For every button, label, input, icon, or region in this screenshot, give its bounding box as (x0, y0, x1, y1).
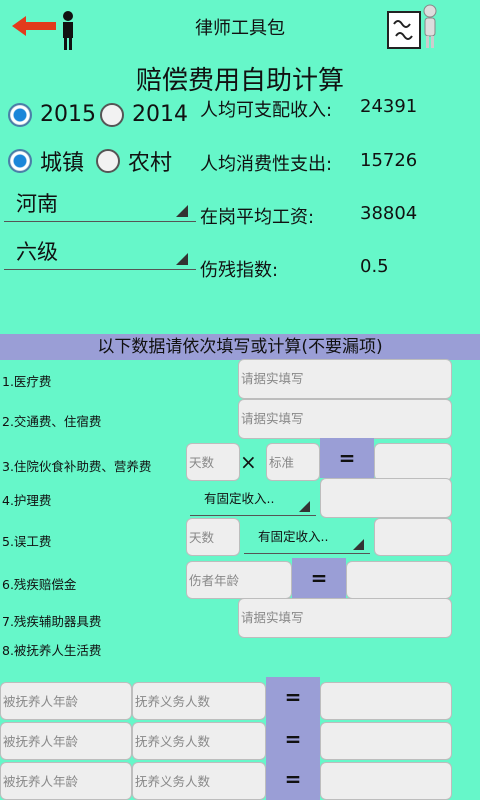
dependent-age-input[interactable]: 被抚养人年龄 (0, 762, 132, 800)
dependent-age-input[interactable]: 被抚养人年龄 (0, 682, 132, 720)
dependent-count-input[interactable]: 抚养义务人数 (132, 682, 266, 720)
hospital-days-input[interactable]: 天数 (186, 443, 240, 481)
lost-work-income-select[interactable]: 有固定收入.. (244, 522, 370, 554)
medical-label: 1.医疗费 (2, 374, 52, 389)
logo (384, 2, 442, 52)
radio-year-2015[interactable]: 2015 (8, 102, 96, 127)
stat-expense-label: 人均消费性支出: (200, 154, 333, 175)
dependent-calc-button[interactable]: = (266, 761, 320, 800)
dependent-age-input[interactable]: 被抚养人年龄 (0, 722, 132, 760)
nursing-label: 4.护理费 (2, 493, 52, 508)
radio-label: 2014 (132, 102, 188, 127)
dependent-result-field[interactable] (320, 722, 452, 760)
nursing-income-select[interactable]: 有固定收入.. (190, 484, 316, 516)
disability-comp-calc-button[interactable]: = (292, 558, 346, 598)
injured-age-input[interactable]: 伤者年龄 (186, 561, 292, 599)
lost-work-label: 5.误工费 (2, 534, 52, 549)
radio-checked-icon (8, 102, 32, 127)
stat-wage-label: 在岗平均工资: (200, 207, 315, 228)
dependent-count-input[interactable]: 抚养义务人数 (132, 762, 266, 800)
aids-input[interactable]: 请据实填写 (238, 598, 452, 638)
stat-index-label: 伤残指数: (200, 260, 279, 281)
radio-label: 农村 (128, 151, 173, 176)
dependent-count-input[interactable]: 抚养义务人数 (132, 722, 266, 760)
radio-unchecked-icon (96, 149, 120, 173)
hospital-food-label: 3.住院伙食补助费、营养费 (2, 459, 152, 474)
nursing-result-field[interactable] (320, 478, 452, 518)
lost-work-result-field[interactable] (374, 518, 452, 556)
nursing-income-value: 有固定收入.. (204, 491, 275, 506)
hospital-standard-input[interactable]: 标准 (266, 443, 320, 481)
stat-wage-value: 38804 (360, 203, 418, 224)
lost-work-days-input[interactable]: 天数 (186, 518, 240, 556)
stat-income-value: 24391 (360, 96, 418, 117)
radio-year-2014[interactable]: 2014 (100, 102, 188, 127)
medical-input[interactable]: 请据实填写 (238, 359, 452, 399)
dropdown-arrow-icon (176, 253, 188, 265)
radio-unchecked-icon (100, 102, 124, 127)
page-title: 赔偿费用自助计算 (135, 66, 344, 96)
aids-label: 7.残疾辅助器具费 (2, 614, 102, 629)
hospital-calc-button[interactable]: = (320, 438, 374, 478)
radio-checked-icon (8, 149, 32, 173)
lost-work-income-value: 有固定收入.. (258, 529, 329, 544)
transport-label: 2.交通费、住宿费 (2, 414, 102, 429)
province-select[interactable]: 河南 (4, 188, 196, 222)
province-value: 河南 (16, 192, 58, 216)
disability-level-value: 六级 (16, 240, 58, 264)
dropdown-arrow-icon (299, 501, 310, 512)
dependent-calc-button[interactable]: = (266, 717, 320, 761)
radio-label: 2015 (40, 102, 96, 127)
hospital-result-field[interactable] (374, 443, 452, 481)
dropdown-arrow-icon (353, 539, 364, 550)
stat-expense-value: 15726 (360, 150, 418, 171)
radio-area-urban[interactable]: 城镇 (8, 145, 84, 177)
disability-level-select[interactable]: 六级 (4, 236, 196, 270)
dependent-result-field[interactable] (320, 762, 452, 800)
multiply-icon: × (240, 450, 257, 474)
stat-income-label: 人均可支配收入: (200, 100, 333, 121)
dependent-calc-button[interactable]: = (266, 677, 320, 717)
disability-comp-label: 6.残疾赔偿金 (2, 577, 77, 592)
instruction-banner: 以下数据请依次填写或计算(不要漏项) (0, 334, 480, 360)
radio-area-rural[interactable]: 农村 (96, 145, 172, 177)
transport-input[interactable]: 请据实填写 (238, 399, 452, 439)
dependents-label: 8.被抚养人生活费 (2, 643, 102, 658)
disability-comp-result-field[interactable] (346, 561, 452, 599)
dependent-result-field[interactable] (320, 682, 452, 720)
radio-label: 城镇 (40, 151, 85, 176)
figure-with-sign-logo-icon (387, 4, 437, 49)
dropdown-arrow-icon (176, 205, 188, 217)
stat-index-value: 0.5 (360, 256, 389, 277)
